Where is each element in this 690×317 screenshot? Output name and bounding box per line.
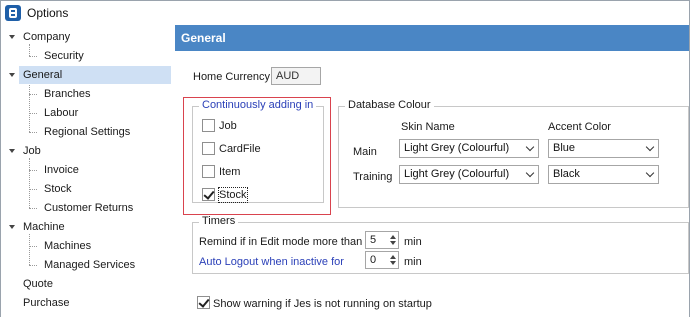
database-colour-title: Database Colour bbox=[345, 99, 434, 112]
timers-title: Timers bbox=[199, 215, 239, 228]
chevron-down-icon bbox=[525, 168, 535, 178]
tree-item-label: Invoice bbox=[44, 164, 79, 176]
remind-label: Remind if in Edit mode more than bbox=[199, 236, 363, 248]
title-bar: Options bbox=[1, 1, 689, 25]
spin-up-icon[interactable] bbox=[390, 255, 396, 259]
main-row-label: Main bbox=[353, 146, 377, 158]
main-skin-select[interactable]: Light Grey (Colourful) bbox=[399, 139, 539, 158]
show-warning-label: Show warning if Jes is not running on st… bbox=[213, 298, 432, 310]
tree-item-label: Machines bbox=[44, 240, 92, 252]
item-checkbox-label: Item bbox=[219, 166, 241, 178]
tree-item-regional-settings[interactable]: Regional Settings bbox=[1, 123, 171, 141]
tree-item-label: Machine bbox=[23, 221, 65, 233]
expand-arrow-icon[interactable] bbox=[9, 149, 15, 153]
tree-item-label: Labour bbox=[44, 107, 79, 119]
tree-item-customer-returns[interactable]: Customer Returns bbox=[1, 199, 171, 217]
tree-item-job[interactable]: Job bbox=[1, 142, 171, 160]
tree-item-general[interactable]: General bbox=[19, 66, 171, 84]
tree-item-label: Security bbox=[44, 50, 84, 62]
tree-item-stock[interactable]: Stock bbox=[1, 180, 171, 198]
chevron-down-icon bbox=[645, 168, 655, 178]
cardfile-checkbox-label: CardFile bbox=[219, 143, 261, 155]
tree-item-label: Managed Services bbox=[44, 259, 136, 271]
cardfile-checkbox[interactable] bbox=[202, 142, 215, 155]
tree-item-label: Stock bbox=[44, 183, 72, 195]
tree-item-label: Quote bbox=[23, 278, 53, 290]
show-warning-checkbox[interactable] bbox=[197, 296, 210, 309]
expand-arrow-icon[interactable] bbox=[9, 73, 15, 77]
chevron-down-icon bbox=[645, 142, 655, 152]
tree-item-invoice[interactable]: Invoice bbox=[1, 161, 171, 179]
job-checkbox[interactable] bbox=[202, 119, 215, 132]
tree-item-purchase[interactable]: Purchase bbox=[1, 294, 171, 312]
general-panel: General Home Currency AUD Continuously a… bbox=[175, 25, 689, 317]
tree-item-label: General bbox=[23, 69, 63, 81]
tree-item-managed-services[interactable]: Managed Services bbox=[1, 256, 171, 274]
main-accent-value: Blue bbox=[553, 142, 576, 154]
remind-minutes-value: 5 bbox=[370, 234, 377, 246]
training-skin-value: Light Grey (Colourful) bbox=[404, 168, 510, 180]
tree-item-label: Purchase bbox=[23, 297, 70, 309]
tree-item-label: Regional Settings bbox=[44, 126, 131, 138]
training-accent-select[interactable]: Black bbox=[548, 165, 659, 184]
main-skin-value: Light Grey (Colourful) bbox=[404, 142, 510, 154]
tree-item-security[interactable]: Security bbox=[1, 47, 171, 65]
continuous-adding-title: Continuously adding in bbox=[199, 99, 317, 112]
expand-arrow-icon[interactable] bbox=[9, 35, 15, 39]
window-title: Options bbox=[27, 6, 69, 20]
tree-item-branches[interactable]: Branches bbox=[1, 85, 171, 103]
tree-item-labour[interactable]: Labour bbox=[1, 104, 171, 122]
training-row-label: Training bbox=[353, 171, 393, 183]
stock-checkbox[interactable] bbox=[202, 188, 215, 201]
job-checkbox-label: Job bbox=[219, 120, 237, 132]
home-currency-label: Home Currency bbox=[193, 71, 271, 83]
tree-item-machines[interactable]: Machines bbox=[1, 237, 171, 255]
spin-up-icon[interactable] bbox=[390, 235, 396, 239]
options-window: Options Company Security General Branche… bbox=[0, 0, 690, 317]
remind-minutes-spinner[interactable]: 5 bbox=[365, 231, 399, 249]
panel-header: General bbox=[175, 25, 689, 51]
accent-color-header: Accent Color bbox=[548, 121, 611, 133]
options-tree: Company Security General Branches Labour… bbox=[1, 25, 175, 317]
item-checkbox[interactable] bbox=[202, 165, 215, 178]
skin-name-header: Skin Name bbox=[401, 121, 455, 133]
spin-down-icon[interactable] bbox=[390, 261, 396, 265]
main-accent-select[interactable]: Blue bbox=[548, 139, 659, 158]
chevron-down-icon bbox=[525, 142, 535, 152]
tree-item-label: Job bbox=[23, 145, 41, 157]
expand-arrow-icon[interactable] bbox=[9, 225, 15, 229]
training-skin-select[interactable]: Light Grey (Colourful) bbox=[399, 165, 539, 184]
auto-logout-spinner[interactable]: 0 bbox=[365, 251, 399, 269]
app-logo-icon bbox=[5, 5, 21, 21]
tree-item-label: Customer Returns bbox=[44, 202, 134, 214]
training-accent-value: Black bbox=[553, 168, 580, 180]
spin-down-icon[interactable] bbox=[390, 241, 396, 245]
home-currency-field[interactable]: AUD bbox=[271, 67, 321, 85]
tree-item-label: Branches bbox=[44, 88, 91, 100]
tree-item-machine[interactable]: Machine bbox=[1, 218, 171, 236]
tree-item-company[interactable]: Company bbox=[1, 28, 171, 46]
remind-unit: min bbox=[404, 236, 422, 248]
auto-logout-value: 0 bbox=[370, 254, 377, 266]
auto-logout-label: Auto Logout when inactive for bbox=[199, 256, 344, 268]
tree-item-label: Company bbox=[23, 31, 71, 43]
auto-logout-unit: min bbox=[404, 256, 422, 268]
tree-item-quote[interactable]: Quote bbox=[1, 275, 171, 293]
stock-checkbox-label: Stock bbox=[218, 187, 248, 203]
